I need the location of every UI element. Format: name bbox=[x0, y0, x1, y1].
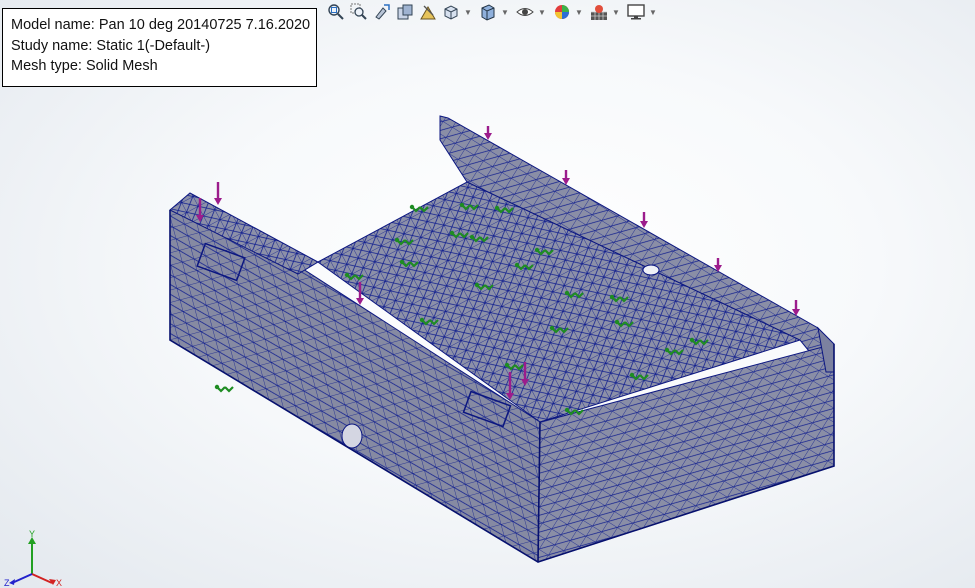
triad-z-axis bbox=[11, 573, 33, 584]
previous-view-icon[interactable] bbox=[372, 2, 392, 22]
zoom-to-area-icon[interactable] bbox=[349, 2, 369, 22]
load-arrow bbox=[214, 182, 222, 205]
hide-show-items-icon[interactable] bbox=[515, 2, 535, 22]
zoom-to-fit-icon[interactable] bbox=[326, 2, 346, 22]
view-orientation-icon[interactable] bbox=[441, 2, 461, 22]
fixture-marker bbox=[214, 384, 234, 393]
edit-appearance-dropdown[interactable]: ▼ bbox=[575, 2, 583, 22]
hide-show-items-dropdown[interactable]: ▼ bbox=[538, 2, 546, 22]
triad-x-label: X bbox=[56, 578, 62, 588]
study-info-box: Model name: Pan 10 deg 20140725 7.16.202… bbox=[2, 8, 317, 87]
load-arrow bbox=[562, 170, 570, 185]
display-style-dropdown[interactable]: ▼ bbox=[501, 2, 509, 22]
load-arrow bbox=[640, 212, 648, 228]
section-view-icon[interactable] bbox=[395, 2, 415, 22]
dynamic-annotation-icon[interactable] bbox=[418, 2, 438, 22]
triad-y-label: Y bbox=[29, 529, 35, 539]
mesh-model[interactable] bbox=[169, 115, 835, 563]
triad-z-arrowhead bbox=[9, 579, 15, 585]
triad-z-label: Z bbox=[4, 578, 10, 588]
apply-scene-icon[interactable] bbox=[589, 2, 609, 22]
reference-triad: Y X Z bbox=[4, 529, 62, 588]
display-style-icon[interactable] bbox=[478, 2, 498, 22]
graphics-viewport[interactable] bbox=[0, 0, 975, 588]
load-arrow bbox=[484, 126, 492, 140]
triad-x-axis bbox=[31, 573, 53, 584]
mesh-type-text: Mesh type: Solid Mesh bbox=[11, 58, 158, 74]
study-name-text: Study name: Static 1(-Default-) bbox=[11, 37, 211, 54]
mesh-hole-left bbox=[341, 423, 363, 449]
mesh-hole-rear bbox=[642, 264, 660, 276]
view-orientation-dropdown[interactable]: ▼ bbox=[464, 2, 472, 22]
apply-scene-dropdown[interactable]: ▼ bbox=[612, 2, 620, 22]
view-settings-icon[interactable] bbox=[626, 2, 646, 22]
view-settings-dropdown[interactable]: ▼ bbox=[649, 2, 657, 22]
edit-appearance-icon[interactable] bbox=[552, 2, 572, 22]
heads-up-view-toolbar: ▼ ▼ ▼ ▼ ▼ ▼ bbox=[326, 0, 663, 24]
model-name-text: Model name: Pan 10 deg 20140725 7.16.202… bbox=[11, 17, 311, 33]
